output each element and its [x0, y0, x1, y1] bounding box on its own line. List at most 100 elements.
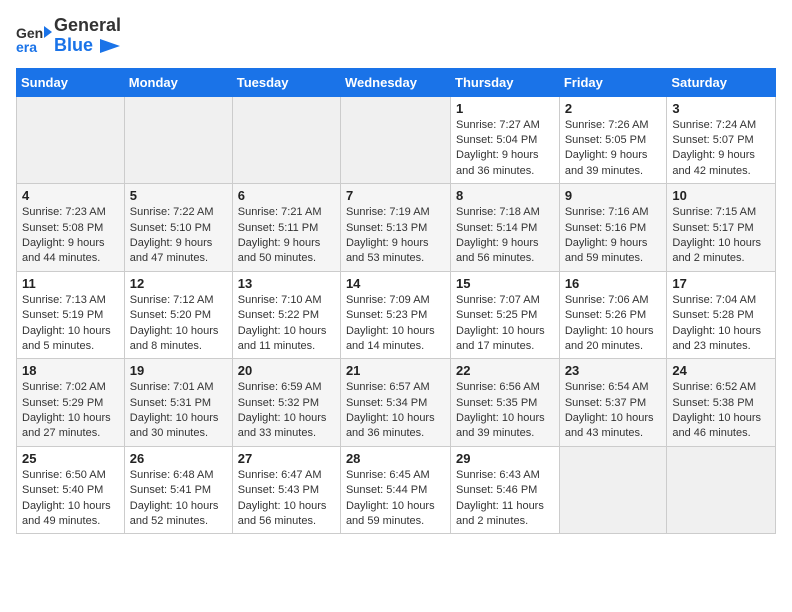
day-info: Sunrise: 6:56 AM Sunset: 5:35 PM Dayligh… [456, 380, 554, 442]
calendar-cell: 11 Sunrise: 7:13 AM Sunset: 5:19 PM Dayli… [17, 271, 125, 359]
day-info: Sunrise: 7:07 AM Sunset: 5:25 PM Dayligh… [456, 293, 554, 355]
day-number: 25 [22, 451, 119, 466]
day-number: 28 [346, 451, 445, 466]
calendar-cell: 23 Sunrise: 6:54 AM Sunset: 5:37 PM Dayli… [559, 359, 667, 447]
day-info: Sunrise: 7:26 AM Sunset: 5:05 PM Dayligh… [565, 118, 662, 180]
day-number: 17 [672, 276, 770, 291]
calendar-cell: 12 Sunrise: 7:12 AM Sunset: 5:20 PM Dayli… [124, 271, 232, 359]
weekday-header-saturday: Saturday [667, 68, 776, 96]
weekday-header-wednesday: Wednesday [340, 68, 450, 96]
calendar-cell: 24 Sunrise: 6:52 AM Sunset: 5:38 PM Dayli… [667, 359, 776, 447]
day-info: Sunrise: 7:13 AM Sunset: 5:19 PM Dayligh… [22, 293, 119, 355]
day-number: 7 [346, 188, 445, 203]
day-number: 24 [672, 363, 770, 378]
calendar-cell: 16Sunrise: 7:06 AM Sunset: 5:26 PM Dayli… [559, 271, 667, 359]
day-number: 27 [238, 451, 335, 466]
day-info: Sunrise: 7:18 AM Sunset: 5:14 PM Dayligh… [456, 205, 554, 267]
calendar-cell: 17 Sunrise: 7:04 AM Sunset: 5:28 PM Dayli… [667, 271, 776, 359]
day-info: Sunrise: 7:01 AM Sunset: 5:31 PM Dayligh… [130, 380, 227, 442]
day-number: 9 [565, 188, 662, 203]
calendar-cell: 14 Sunrise: 7:09 AM Sunset: 5:23 PM Dayli… [340, 271, 450, 359]
day-info: Sunrise: 7:22 AM Sunset: 5:10 PM Dayligh… [130, 205, 227, 267]
day-info: Sunrise: 7:06 AM Sunset: 5:26 PM Dayligh… [565, 293, 662, 355]
day-info: Sunrise: 7:02 AM Sunset: 5:29 PM Dayligh… [22, 380, 119, 442]
day-number: 4 [22, 188, 119, 203]
calendar-cell: 27 Sunrise: 6:47 AM Sunset: 5:43 PM Dayli… [232, 446, 340, 534]
day-info: Sunrise: 6:50 AM Sunset: 5:40 PM Dayligh… [22, 468, 119, 530]
day-number: 5 [130, 188, 227, 203]
calendar-cell: 10 Sunrise: 7:15 AM Sunset: 5:17 PM Dayli… [667, 184, 776, 272]
day-info: Sunrise: 7:23 AM Sunset: 5:08 PM Dayligh… [22, 205, 119, 267]
calendar-cell: 2 Sunrise: 7:26 AM Sunset: 5:05 PM Daylig… [559, 96, 667, 184]
logo: Gen era General Blue [16, 16, 121, 56]
day-info: Sunrise: 6:48 AM Sunset: 5:41 PM Dayligh… [130, 468, 227, 530]
day-number: 13 [238, 276, 335, 291]
day-info: Sunrise: 6:54 AM Sunset: 5:37 PM Dayligh… [565, 380, 662, 442]
logo-blue: Blue [54, 35, 93, 55]
calendar-cell [232, 96, 340, 184]
calendar-cell: 15 Sunrise: 7:07 AM Sunset: 5:25 PM Dayli… [451, 271, 560, 359]
calendar-cell [124, 96, 232, 184]
day-number: 26 [130, 451, 227, 466]
calendar-table: SundayMondayTuesdayWednesdayThursdayFrid… [16, 68, 776, 535]
day-info: Sunrise: 7:27 AM Sunset: 5:04 PM Dayligh… [456, 118, 554, 180]
calendar-cell: 20 Sunrise: 6:59 AM Sunset: 5:32 PM Dayli… [232, 359, 340, 447]
calendar-cell: 18 Sunrise: 7:02 AM Sunset: 5:29 PM Dayli… [17, 359, 125, 447]
day-number: 1 [456, 101, 554, 116]
calendar-cell: 25 Sunrise: 6:50 AM Sunset: 5:40 PM Dayli… [17, 446, 125, 534]
day-info: Sunrise: 7:12 AM Sunset: 5:20 PM Dayligh… [130, 293, 227, 355]
day-info: Sunrise: 7:16 AM Sunset: 5:16 PM Dayligh… [565, 205, 662, 267]
calendar-cell [559, 446, 667, 534]
day-number: 23 [565, 363, 662, 378]
calendar-cell: 8 Sunrise: 7:18 AM Sunset: 5:14 PM Daylig… [451, 184, 560, 272]
weekday-header-tuesday: Tuesday [232, 68, 340, 96]
day-number: 8 [456, 188, 554, 203]
day-info: Sunrise: 7:10 AM Sunset: 5:22 PM Dayligh… [238, 293, 335, 355]
day-info: Sunrise: 6:45 AM Sunset: 5:44 PM Dayligh… [346, 468, 445, 530]
day-number: 18 [22, 363, 119, 378]
calendar-cell: 28 Sunrise: 6:45 AM Sunset: 5:44 PM Dayli… [340, 446, 450, 534]
day-number: 10 [672, 188, 770, 203]
day-number: 14 [346, 276, 445, 291]
day-number: 15 [456, 276, 554, 291]
day-info: Sunrise: 7:09 AM Sunset: 5:23 PM Dayligh… [346, 293, 445, 355]
day-info: Sunrise: 6:57 AM Sunset: 5:34 PM Dayligh… [346, 380, 445, 442]
day-info: Sunrise: 7:15 AM Sunset: 5:17 PM Dayligh… [672, 205, 770, 267]
day-info: Sunrise: 7:21 AM Sunset: 5:11 PM Dayligh… [238, 205, 335, 267]
calendar-cell: 9 Sunrise: 7:16 AM Sunset: 5:16 PM Daylig… [559, 184, 667, 272]
calendar-cell: 1 Sunrise: 7:27 AM Sunset: 5:04 PM Daylig… [451, 96, 560, 184]
day-number: 19 [130, 363, 227, 378]
day-number: 2 [565, 101, 662, 116]
day-info: Sunrise: 6:59 AM Sunset: 5:32 PM Dayligh… [238, 380, 335, 442]
day-number: 12 [130, 276, 227, 291]
day-number: 21 [346, 363, 445, 378]
logo-general: General [54, 15, 121, 35]
weekday-header-friday: Friday [559, 68, 667, 96]
day-number: 3 [672, 101, 770, 116]
weekday-header-thursday: Thursday [451, 68, 560, 96]
day-info: Sunrise: 7:19 AM Sunset: 5:13 PM Dayligh… [346, 205, 445, 267]
day-info: Sunrise: 6:43 AM Sunset: 5:46 PM Dayligh… [456, 468, 554, 530]
day-info: Sunrise: 6:47 AM Sunset: 5:43 PM Dayligh… [238, 468, 335, 530]
calendar-cell [340, 96, 450, 184]
page-header: Gen era General Blue [16, 16, 776, 56]
calendar-cell: 22Sunrise: 6:56 AM Sunset: 5:35 PM Dayli… [451, 359, 560, 447]
calendar-cell: 13 Sunrise: 7:10 AM Sunset: 5:22 PM Dayli… [232, 271, 340, 359]
weekday-header-sunday: Sunday [17, 68, 125, 96]
day-number: 6 [238, 188, 335, 203]
calendar-cell: 21 Sunrise: 6:57 AM Sunset: 5:34 PM Dayli… [340, 359, 450, 447]
day-number: 11 [22, 276, 119, 291]
calendar-cell: 26 Sunrise: 6:48 AM Sunset: 5:41 PM Dayli… [124, 446, 232, 534]
calendar-cell: 3 Sunrise: 7:24 AM Sunset: 5:07 PM Daylig… [667, 96, 776, 184]
logo-icon: Gen era [16, 18, 52, 54]
calendar-cell: 29 Sunrise: 6:43 AM Sunset: 5:46 PM Dayli… [451, 446, 560, 534]
calendar-cell [667, 446, 776, 534]
day-info: Sunrise: 6:52 AM Sunset: 5:38 PM Dayligh… [672, 380, 770, 442]
svg-text:era: era [16, 39, 37, 54]
day-info: Sunrise: 7:24 AM Sunset: 5:07 PM Dayligh… [672, 118, 770, 180]
calendar-cell: 5 Sunrise: 7:22 AM Sunset: 5:10 PM Daylig… [124, 184, 232, 272]
day-info: Sunrise: 7:04 AM Sunset: 5:28 PM Dayligh… [672, 293, 770, 355]
calendar-cell: 6 Sunrise: 7:21 AM Sunset: 5:11 PM Daylig… [232, 184, 340, 272]
day-number: 29 [456, 451, 554, 466]
day-number: 20 [238, 363, 335, 378]
